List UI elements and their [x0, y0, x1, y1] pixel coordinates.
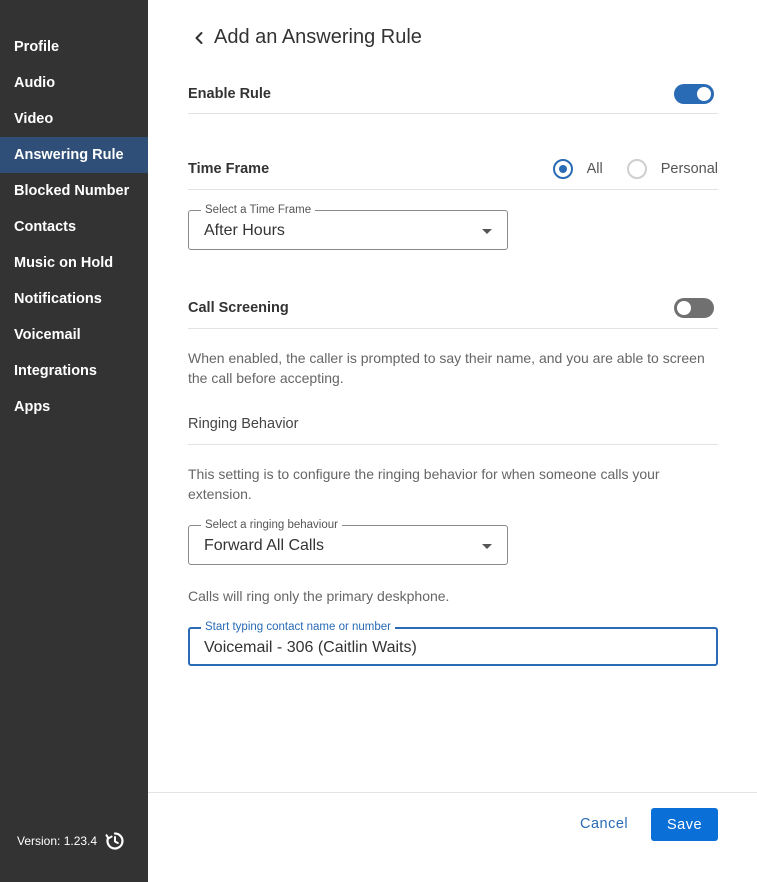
page-header: Add an Answering Rule	[192, 26, 422, 49]
ringing-behavior-row: Ringing Behavior	[188, 404, 718, 445]
time-frame-select-legend: Select a Time Frame	[201, 203, 316, 217]
version-label: Version: 1.23.4	[17, 834, 98, 848]
sidebar-item-answering-rule[interactable]: Answering Rule	[0, 137, 148, 173]
sidebar-item-voicemail[interactable]: Voicemail	[0, 317, 148, 353]
call-screening-label: Call Screening	[188, 300, 289, 316]
sidebar-item-contacts[interactable]: Contacts	[0, 209, 148, 245]
sidebar-item-video[interactable]: Video	[0, 101, 148, 137]
sidebar-item-audio[interactable]: Audio	[0, 65, 148, 101]
answering-rule-form: Add an Answering Rule Enable Rule Time F…	[148, 0, 757, 882]
time-frame-row: Time Frame All Personal	[188, 149, 718, 190]
time-frame-radio-group: All Personal	[552, 159, 718, 179]
radio-personal[interactable]	[626, 159, 647, 179]
sidebar-item-profile[interactable]: Profile	[0, 29, 148, 65]
forward-target-input[interactable]	[204, 639, 704, 657]
chevron-left-icon[interactable]	[192, 30, 206, 46]
sidebar-item-notifications[interactable]: Notifications	[0, 281, 148, 317]
cancel-button[interactable]: Cancel	[580, 816, 628, 832]
sidebar-nav: Profile Audio Video Answering Rule Block…	[0, 29, 148, 425]
enable-rule-row: Enable Rule	[188, 74, 718, 114]
call-screening-help: When enabled, the caller is prompted to …	[188, 350, 705, 386]
ringing-behavior-label: Ringing Behavior	[188, 416, 299, 432]
enable-rule-toggle[interactable]	[674, 83, 714, 104]
radio-option-all[interactable]: All	[552, 159, 603, 179]
settings-sidebar: Profile Audio Video Answering Rule Block…	[0, 0, 148, 882]
ringing-behavior-select-value: Forward All Calls	[204, 537, 325, 554]
ringing-behavior-select[interactable]: Select a ringing behaviour Forward All C…	[188, 518, 508, 565]
radio-personal-label: Personal	[660, 161, 718, 177]
version-info: Version: 1.23.4	[17, 831, 125, 851]
time-frame-select[interactable]: Select a Time Frame After Hours	[188, 203, 508, 250]
sidebar-item-apps[interactable]: Apps	[0, 389, 148, 425]
toggle-knob	[677, 301, 691, 315]
sidebar-item-integrations[interactable]: Integrations	[0, 353, 148, 389]
forward-target-legend: Start typing contact name or number	[201, 620, 396, 634]
sidebar-item-music-on-hold[interactable]: Music on Hold	[0, 245, 148, 281]
sidebar-item-blocked-number[interactable]: Blocked Number	[0, 173, 148, 209]
forward-target-field: Start typing contact name or number	[188, 620, 718, 666]
radio-all[interactable]	[552, 159, 573, 179]
time-frame-select-value: After Hours	[204, 222, 285, 239]
page-title: Add an Answering Rule	[214, 26, 422, 48]
enable-rule-label: Enable Rule	[188, 85, 271, 102]
form-footer: Cancel Save	[148, 792, 757, 882]
radio-option-personal[interactable]: Personal	[626, 159, 718, 179]
ringing-behavior-note: Calls will ring only the primary deskpho…	[188, 588, 450, 604]
refresh-icon[interactable]	[105, 831, 125, 851]
ringing-behavior-select-legend: Select a ringing behaviour	[201, 518, 342, 532]
time-frame-label: Time Frame	[188, 161, 270, 177]
save-button[interactable]: Save	[651, 808, 718, 841]
toggle-knob	[697, 86, 711, 101]
ringing-behavior-help: This setting is to configure the ringing…	[188, 466, 660, 502]
radio-all-label: All	[586, 161, 603, 177]
caret-down-icon	[482, 229, 492, 234]
call-screening-toggle[interactable]	[674, 298, 714, 318]
call-screening-row: Call Screening	[188, 288, 718, 329]
caret-down-icon	[482, 544, 492, 549]
